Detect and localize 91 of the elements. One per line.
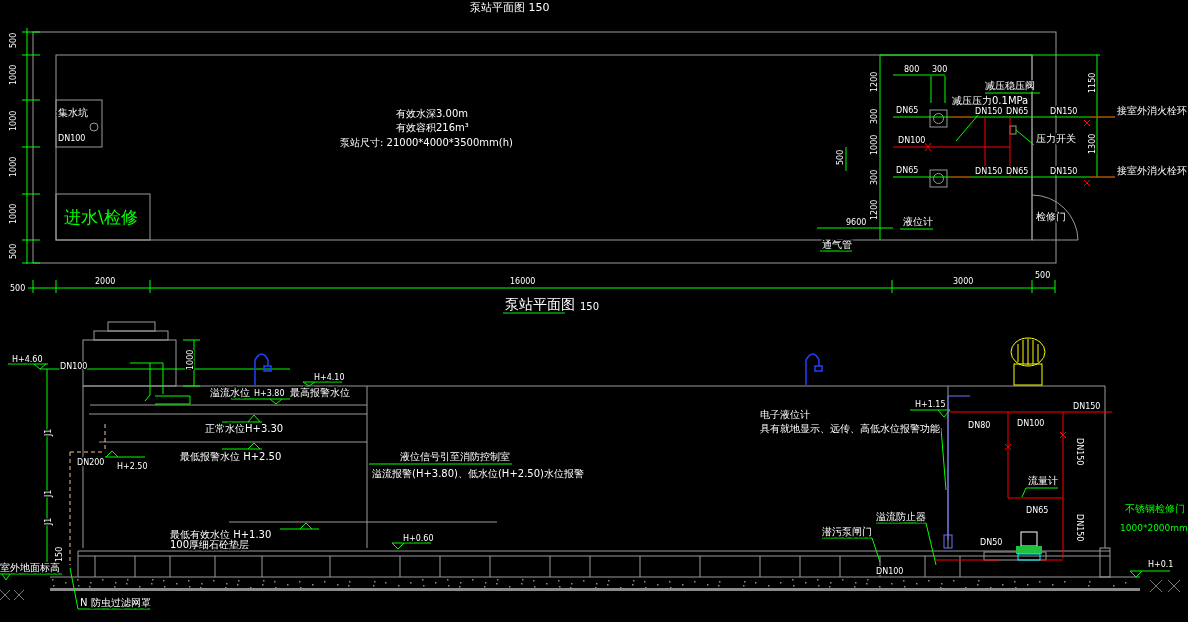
dimension-label: 3000 [953, 277, 974, 286]
annotation-text: 溢流报警(H+3.80)、低水位(H+2.50)水位报警 [372, 468, 584, 479]
annotation-text: 潜污泵闸门 [822, 526, 872, 537]
dimension-label: 500 [10, 284, 26, 293]
dimension-label: 500 [9, 32, 18, 48]
dimension-label: 1200 [870, 71, 879, 92]
annotation-text: 不锈钢检修门 [1125, 503, 1185, 514]
dimension-label: 1000 [870, 134, 879, 155]
annotation-text: 最低报警水位 H+2.50 [180, 451, 282, 462]
dimension-label: DN150 [975, 167, 1003, 176]
dimension-label: DN100 [876, 567, 904, 576]
annotation-text: 溢流水位 [210, 387, 250, 398]
dimension-label: 300 [870, 108, 879, 124]
dimension-label: DN65 [896, 106, 919, 115]
annotation-text: 泵站尺寸: 21000*4000*3500mm(h) [340, 137, 513, 148]
dimension-label: H+4.10 [314, 373, 345, 382]
annotation-text: 接室外消火栓环 [1117, 165, 1187, 176]
dimension-label: 1300 [1088, 133, 1097, 154]
dimension-label: 500 [1035, 271, 1051, 280]
dimension-label: H+0.1 [1148, 560, 1174, 569]
annotation-text: 最高报警水位 [290, 387, 350, 398]
dimension-label: 1000 [9, 110, 18, 131]
dimension-label: 1200 [870, 199, 879, 220]
dimension-label: 9600 [846, 218, 867, 227]
dimension-label: H+2.50 [117, 462, 148, 471]
dimension-label: DN150 [975, 107, 1003, 116]
dimension-label: DN150 [1050, 107, 1078, 116]
annotation-text: 正常水位H+3.30 [205, 423, 284, 434]
dimension-label: 300 [932, 65, 948, 74]
dimension-label: 500 [9, 243, 18, 259]
dimension-label: 150 [580, 301, 600, 312]
dimension-label: 1150 [1088, 72, 1097, 93]
dimension-label: DN100 [58, 134, 86, 143]
drawing-title: 泵站平面图 150 [470, 1, 550, 14]
dimension-label: H+4.60 [12, 355, 43, 364]
annotation-text: 室外地面标高 [0, 562, 60, 573]
dimension-label: J1 [44, 517, 53, 525]
annotation-text: 有效容积216m³ [396, 122, 469, 133]
annotation-text: 集水坑 [58, 107, 88, 118]
roof-ventilator-drawing [1010, 337, 1046, 386]
dimension-label: 1000 [9, 203, 18, 224]
annotation-text: 最低有效水位 H+1.30 [170, 529, 272, 540]
annotation-text: 1000*2000mm [1120, 523, 1188, 533]
annotation-text: 100厚细石砼垫层 [170, 539, 250, 550]
dimension-label: DN65 [1006, 107, 1029, 116]
dimension-label: H+0.60 [403, 534, 434, 543]
dimension-label: DN100 [898, 136, 926, 145]
dimension-label: 16000 [510, 277, 536, 286]
annotation-text: 减压压力0.1MPa [952, 95, 1029, 106]
annotation-text: 进水\检修 [64, 207, 138, 227]
dimension-label: DN65 [1006, 167, 1029, 176]
annotation-text: 接室外消火栓环 [1117, 105, 1187, 116]
dimension-label: DN150 [1073, 402, 1101, 411]
pump-drawing [1016, 531, 1042, 561]
dimension-label: 1000 [9, 64, 18, 85]
dimension-label: DN100 [1017, 419, 1045, 428]
dimension-label: DN150 [1075, 514, 1084, 542]
annotation-text: 液位计 [903, 216, 933, 227]
annotation-text: 通气管 [822, 239, 852, 250]
annotation-text: 液位信号引至消防控制室 [400, 451, 510, 462]
dimension-label: 500 [836, 149, 845, 165]
dimension-label: H+1.15 [915, 400, 946, 409]
dimension-label: 300 [870, 169, 879, 185]
dimension-label: 1000 [186, 349, 195, 370]
drawing-title: 泵站平面图 [505, 296, 575, 312]
dimension-label: DN200 [77, 458, 105, 467]
annotation-text: 溢流防止器 [876, 511, 926, 522]
dimension-label: 150 [55, 546, 64, 562]
dimension-label: DN100 [60, 362, 88, 371]
dimension-label: 2000 [95, 277, 116, 286]
annotation-text: 检修门 [1036, 211, 1066, 222]
annotation-text: 具有就地显示、远传、高低水位报警功能 [760, 423, 940, 434]
dimension-label: DN80 [968, 421, 991, 430]
dimension-label: DN150 [1075, 438, 1084, 466]
dimension-label: J1 [44, 489, 53, 497]
dimension-label: 1000 [9, 156, 18, 177]
lamp-icon [254, 353, 272, 387]
annotation-text: 压力开关 [1036, 133, 1076, 144]
dimension-label: DN50 [980, 538, 1003, 547]
dimension-label: DN65 [896, 166, 919, 175]
dimension-label: J1 [44, 428, 53, 436]
dimension-label: DN65 [1026, 506, 1049, 515]
annotation-text: 电子液位计 [760, 409, 810, 420]
lamp-icon [805, 353, 823, 387]
annotation-text: 流量计 [1028, 475, 1058, 486]
dimension-label: DN150 [1050, 167, 1078, 176]
annotation-text: N 防虫过滤网罩 [80, 597, 151, 608]
annotation-text: 有效水深3.00m [396, 108, 468, 119]
annotation-text: 减压稳压阀 [985, 80, 1035, 91]
dimension-label: H+3.80 [254, 389, 285, 398]
dimension-label: 800 [904, 65, 920, 74]
